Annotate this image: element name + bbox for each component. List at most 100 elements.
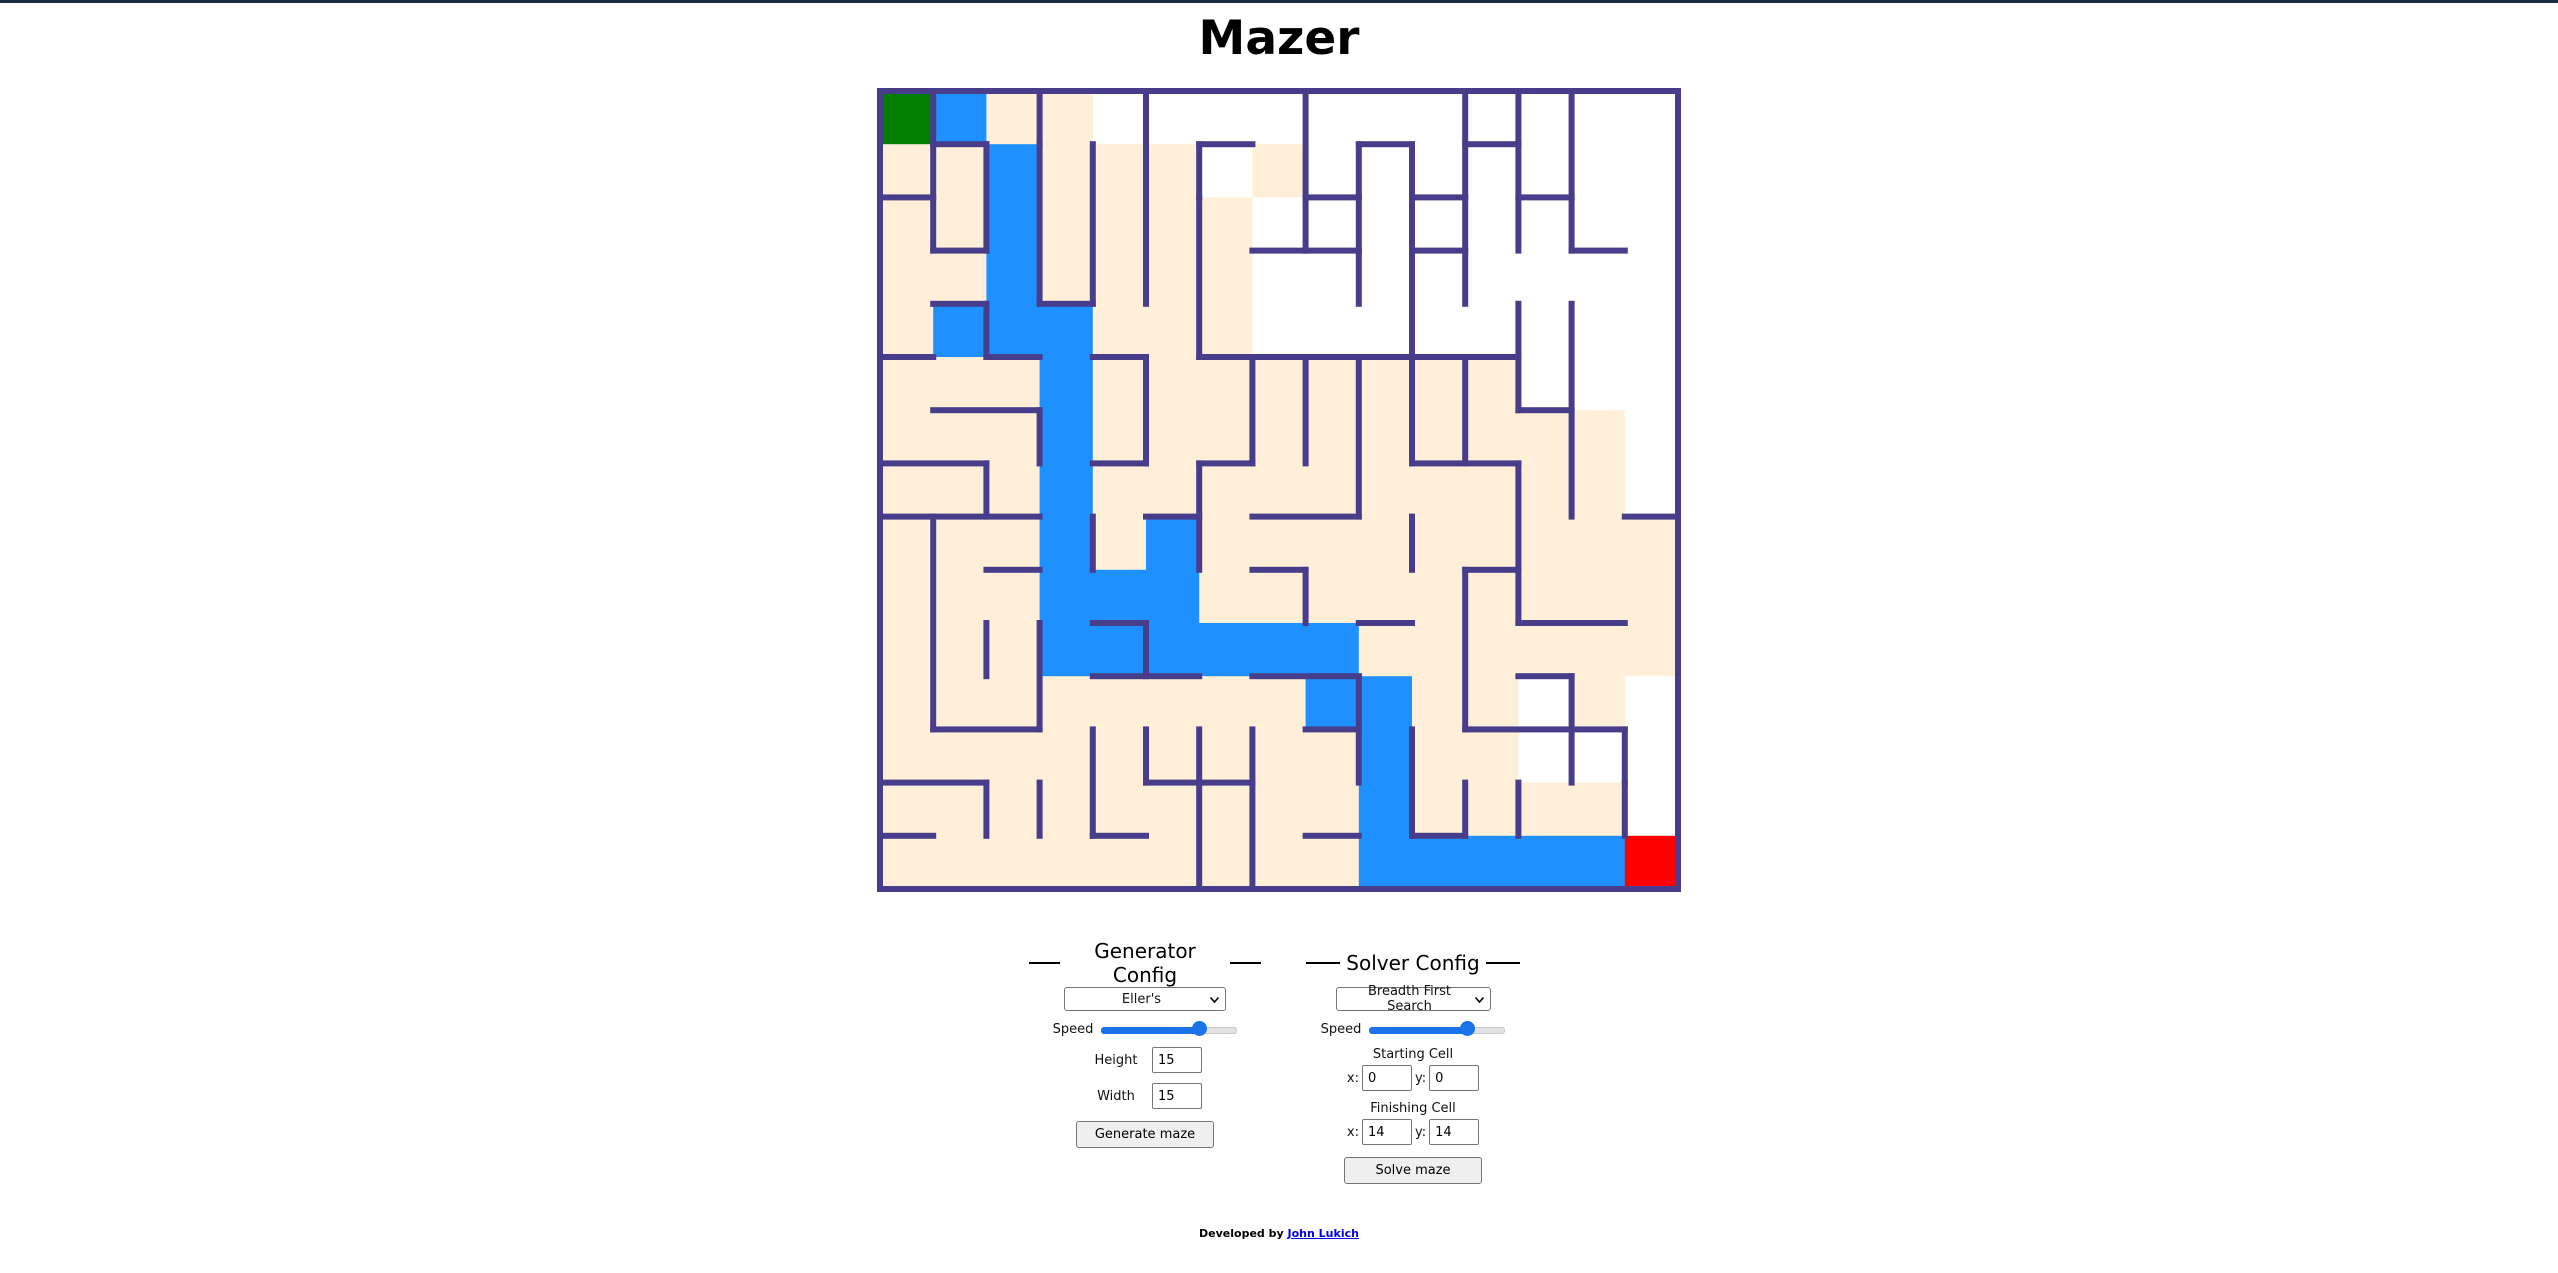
maze-cell-visited [880,410,934,464]
maze-cell-visited [1571,463,1626,518]
generator-algorithm-select[interactable]: Eller's [1064,987,1226,1011]
solver-algorithm-select[interactable]: Breadth First Search [1335,984,1491,1014]
maze-cell-visited [1412,357,1466,411]
maze-wall [1409,141,1415,360]
maze-cell-visited [1358,463,1413,518]
maze-cell-visited [1092,410,1147,464]
maze-wall [877,460,990,467]
maze-wall [1462,779,1469,839]
maze-cell [1624,357,1679,411]
maze-cell-visited [1358,569,1413,624]
maze-cell-visited [986,569,1041,624]
maze-wall [1621,513,1681,520]
maze-wall [1302,832,1362,839]
maze-cell [1305,250,1360,305]
maze-cell [1518,676,1573,730]
maze-wall [1409,513,1415,573]
maze-wall [983,141,990,254]
maze-wall [1462,141,1522,148]
maze-cell [1358,250,1413,305]
maze-cell-visited [880,303,934,358]
maze-border-wall [877,88,883,892]
finishing-cell-label: Finishing Cell [1370,1101,1456,1116]
start-y-label: y: [1414,1070,1427,1086]
generate-maze-button[interactable]: Generate maze [1076,1121,1214,1148]
maze-wall [983,300,990,360]
maze-cell-path [1039,303,1094,358]
maze-cell-visited [880,835,934,890]
maze-cell-visited [880,729,934,784]
width-input[interactable] [1152,1083,1202,1109]
maze-wall [1036,620,1043,733]
maze-cell-visited [1571,676,1626,730]
maze-wall [1143,779,1256,786]
start-x-label: x: [1346,1070,1359,1086]
start-cell [880,91,934,145]
generator-speed-slider[interactable] [1101,1021,1238,1037]
maze-cell-visited [1092,144,1147,198]
finish-x-input[interactable] [1361,1119,1412,1145]
maze-cell-visited [1412,410,1466,464]
maze-cell-visited [1571,516,1626,571]
maze-cell-path [1358,676,1413,730]
maze-wall [1355,141,1415,148]
maze-cell-visited [1358,410,1413,464]
maze-wall [1302,247,1362,254]
maze-cell-path [986,144,1041,198]
maze-wall [1249,354,1256,467]
page-title: Mazer [1198,11,1360,66]
maze-cell [1571,250,1626,305]
maze-cell-visited [1252,463,1307,518]
maze-wall [1409,194,1469,201]
maze-cell [1624,676,1679,730]
maze-cell [1358,303,1413,358]
maze-wall [1196,460,1203,573]
maze-cell-path [1039,623,1094,677]
maze-cell [1571,91,1626,145]
maze-wall [1302,88,1309,254]
maze-wall [983,620,990,680]
maze-cell-visited [1412,676,1466,730]
maze-cell-visited [1518,410,1573,464]
maze-cell-path [1571,835,1626,890]
maze-cell [1465,303,1519,358]
solve-maze-button[interactable]: Solve maze [1344,1157,1482,1184]
maze-cell-visited [1358,357,1413,411]
chevron-down-icon [1474,992,1484,1007]
maze-cell-visited [1039,782,1094,837]
maze-cell-visited [1092,303,1147,358]
maze-cell-visited [1518,623,1573,677]
maze-cell [1412,91,1466,145]
maze-cell-visited [1571,623,1626,677]
maze-cell-visited [1092,729,1147,784]
maze-cell-visited [1252,357,1307,411]
maze-cell-visited [1518,516,1573,571]
maze-cell-visited [1305,410,1360,464]
maze-cell-visited [1092,250,1147,305]
maze-wall [877,779,990,786]
maze-cell-path [1039,569,1094,624]
maze-wall [930,300,990,307]
solver-speed-slider[interactable] [1369,1021,1506,1037]
maze-cell-visited [1092,357,1147,411]
start-y-input[interactable] [1429,1065,1480,1091]
maze-cell-visited [1039,91,1094,145]
maze-cell [1252,250,1307,305]
start-x-input[interactable] [1361,1065,1412,1091]
maze-wall [1089,832,1149,839]
maze-cell-path [1305,623,1360,677]
maze-cell-visited [1199,835,1253,890]
maze-cell-visited [933,569,987,624]
maze-cell-visited [1252,410,1307,464]
maze-wall [1143,354,1149,467]
maze-grid [874,85,1686,897]
maze-wall [1249,673,1362,680]
maze-cell-visited [986,729,1041,784]
maze-wall [1143,620,1149,680]
height-input[interactable] [1152,1047,1202,1073]
finish-y-input[interactable] [1429,1119,1480,1145]
maze-cell-visited [1092,197,1147,252]
maze-cell-visited [1092,835,1147,890]
author-link[interactable]: John Lukich [1288,1227,1359,1240]
maze-cell-visited [1412,463,1466,518]
